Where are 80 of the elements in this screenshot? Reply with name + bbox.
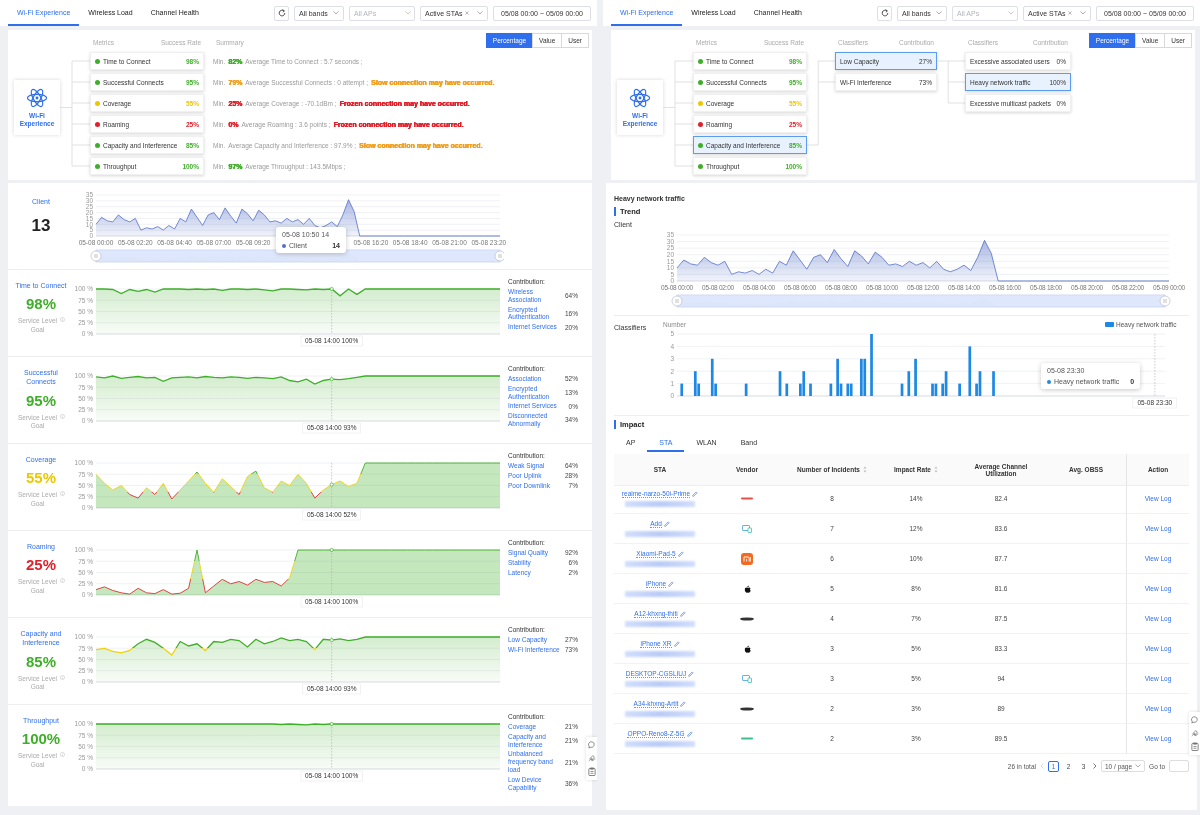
crosshair-marker [329,375,334,422]
sort-icon[interactable] [862,466,867,473]
line-series [95,636,501,656]
chat-icon[interactable] [587,741,596,749]
pencil-icon[interactable] [673,641,680,647]
crosshair-marker [329,636,334,683]
vendor-logo [740,616,754,621]
pen-icon[interactable] [587,754,596,762]
close-icon[interactable] [464,11,469,15]
chevron-down-icon [477,11,483,15]
pen-icon[interactable] [1190,729,1199,737]
vendor-logo [740,706,754,711]
blurred-text [625,531,695,537]
line-series [95,287,501,297]
apple-icon [742,643,752,654]
sort-icon[interactable] [933,466,938,473]
refresh-icon [277,9,286,17]
chevron-down-icon [333,11,339,15]
refresh-button[interactable] [274,5,289,21]
chevron-down-icon [1008,10,1014,15]
pencil-icon[interactable] [692,491,699,497]
chat-icon[interactable] [1190,716,1199,724]
pencil-icon[interactable] [677,551,684,557]
blurred-text [625,591,695,597]
crosshair-marker [329,462,334,509]
crosshair-marker [329,722,334,770]
info-icon [59,752,65,758]
crosshair-marker [1154,333,1156,397]
metric-value: 55% [26,469,56,487]
range-slider[interactable] [90,249,504,263]
vendor-logo [741,552,753,565]
series-dot [1047,379,1051,384]
blurred-text [625,621,695,627]
chevron-right-icon[interactable] [1093,763,1097,769]
client-count: 13 [31,216,51,237]
pencil-icon[interactable] [686,731,693,737]
tree-connector [937,60,965,104]
blurred-text [625,561,695,567]
metric-value: 98% [26,295,56,313]
clipboard-icon[interactable] [1190,742,1199,751]
close-icon[interactable] [1067,11,1072,15]
series-dot [282,243,286,248]
metric-value: 100% [21,730,61,748]
atom-icon [629,86,651,109]
atom-icon [26,86,48,109]
metric-value: 95% [26,391,56,409]
pencil-icon[interactable] [668,581,675,587]
apple-icon [742,583,752,594]
line-series [95,375,501,385]
chevron-down-icon [1135,764,1142,768]
info-icon [59,317,65,323]
page-input[interactable] [1169,760,1189,772]
pencil-icon[interactable] [688,671,695,677]
chevron-down-icon [405,10,411,15]
blurred-text [625,711,695,717]
metric-value: 25% [26,556,56,574]
pencil-icon[interactable] [663,521,670,527]
pencil-icon[interactable] [679,611,686,617]
info-icon [59,491,65,497]
metric-value: 85% [26,652,56,670]
devices-icon [742,524,752,533]
refresh-button[interactable] [877,5,892,21]
range-slider[interactable] [671,294,1171,308]
crosshair-marker [329,287,334,335]
pencil-icon[interactable] [680,701,687,707]
clipboard-icon[interactable] [587,767,596,776]
info-icon [59,674,65,680]
info-icon [59,413,65,419]
vendor-logo [741,497,753,500]
refresh-icon [880,9,889,17]
blurred-text [625,681,695,687]
blurred-text [625,651,695,657]
vendor-logo [741,737,753,740]
devices-icon [742,674,752,683]
blurred-text [625,741,695,747]
info-icon [59,578,65,584]
chevron-down-icon [936,11,942,15]
crosshair-marker [329,548,334,596]
chevron-down-icon [1080,11,1086,15]
blurred-text [625,501,695,507]
